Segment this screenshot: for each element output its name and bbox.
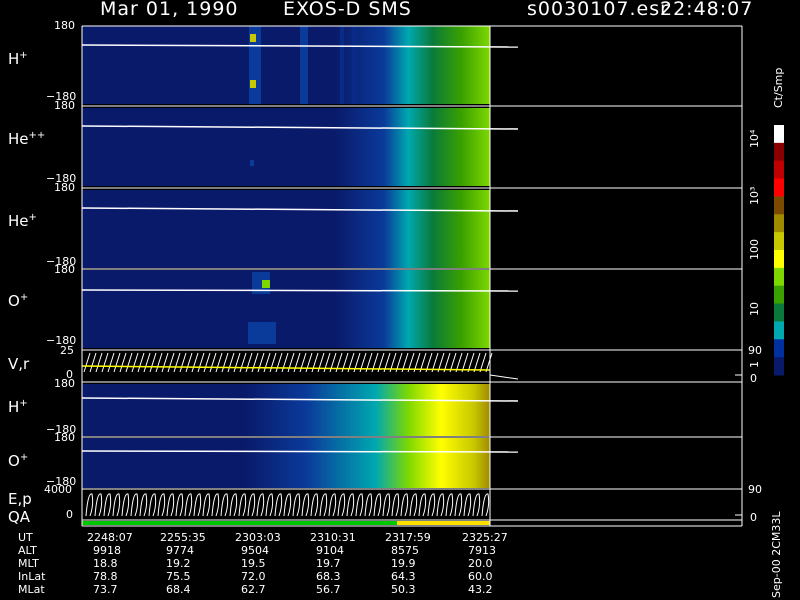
footer-cell: 9104 — [316, 544, 344, 557]
colorbar-tick-1: 1 — [748, 361, 761, 368]
footer-cell: 2255:35 — [160, 531, 206, 544]
ytick-ep-max: 4000 — [44, 483, 72, 496]
rtick-vr-max: 90 — [748, 344, 762, 357]
colorbar-swatch — [774, 321, 784, 340]
label-he-pp: He++ — [8, 130, 46, 148]
colorbar-swatch — [774, 357, 784, 376]
footer-cell: 2310:31 — [310, 531, 356, 544]
footer-cell: 19.5 — [241, 557, 266, 570]
colorbar-swatch — [774, 178, 784, 197]
footer-cell: 18.8 — [93, 557, 118, 570]
footer-cell: 2325:27 — [462, 531, 508, 544]
label-o-plus-2: O+ — [8, 452, 29, 470]
footer-cell: 78.8 — [93, 570, 118, 583]
panel-vr — [81, 352, 519, 380]
panel-h-plus — [81, 26, 519, 104]
colorbar-swatch — [774, 214, 784, 233]
panel-he-pp — [81, 108, 519, 186]
rtick-ep-max: 90 — [748, 483, 762, 496]
colorbar-swatch — [774, 303, 784, 322]
panel-ep — [82, 490, 490, 518]
footer-cell: 8575 — [391, 544, 419, 557]
spectrogram-figure — [81, 25, 784, 527]
panel-h-plus-2 — [81, 384, 519, 436]
label-qa: QA — [8, 508, 31, 526]
header-date: Mar 01, 1990 — [100, 0, 239, 20]
colorbar-unit: Ct/Smp — [772, 67, 785, 108]
colorbar-swatch — [774, 285, 784, 305]
colorbar-swatch — [774, 160, 784, 180]
colorbar — [774, 125, 784, 376]
label-ep: E,p — [8, 490, 32, 508]
footer-row-label: MLT — [18, 557, 39, 570]
footer-cell: 19.7 — [316, 557, 341, 570]
footer-cell: 7913 — [468, 544, 496, 557]
footer-cell: 68.3 — [316, 570, 341, 583]
ytick-o-max: 180 — [54, 263, 75, 276]
colorbar-swatch — [774, 142, 784, 162]
footer-cell: 43.2 — [468, 583, 493, 596]
footer-cell: 64.3 — [391, 570, 416, 583]
rtick-ep-min: 0 — [750, 511, 757, 524]
colorbar-tick-10e3: 10³ — [748, 186, 761, 205]
footer-cell: 9918 — [93, 544, 121, 557]
rtick-vr-min: 0 — [750, 372, 757, 385]
panel-qa — [82, 521, 490, 525]
panel-o-plus-2 — [81, 438, 519, 488]
footer-row-label: MLat — [18, 583, 45, 596]
footer-cell: 19.9 — [391, 557, 416, 570]
ytick-vr-max: 25 — [60, 344, 74, 357]
footer-cell: 9504 — [241, 544, 269, 557]
footer-cell: 20.0 — [468, 557, 493, 570]
footer-cell: 62.7 — [241, 583, 266, 596]
footer-cell: 9774 — [166, 544, 194, 557]
label-h-plus-2: H+ — [8, 398, 28, 416]
version-label: Sep-00 2CM33L — [770, 511, 783, 599]
ytick-h-max: 180 — [54, 19, 75, 32]
footer-cell: 60.0 — [468, 570, 493, 583]
colorbar-swatch — [774, 339, 784, 358]
colorbar-tick-10e4: 10⁴ — [748, 129, 761, 148]
ytick-hepp-max: 180 — [54, 99, 75, 112]
footer-cell: 68.4 — [166, 583, 191, 596]
footer-cell: 2303:03 — [235, 531, 281, 544]
colorbar-swatch — [774, 232, 784, 251]
header-instrument: EXOS-D SMS — [283, 0, 412, 20]
header-time: 22:48:07 — [660, 0, 754, 20]
footer-row-label: ALT — [18, 544, 37, 557]
colorbar-tick-100: 100 — [748, 239, 761, 260]
footer-cell: 19.2 — [166, 557, 191, 570]
footer-cell: 50.3 — [391, 583, 416, 596]
colorbar-tick-10: 10 — [748, 302, 761, 316]
colorbar-swatch — [774, 196, 784, 215]
header-file: s0030107.esr — [527, 0, 669, 20]
label-he-plus: He+ — [8, 212, 37, 230]
ytick-ep-min: 0 — [66, 508, 73, 521]
label-vr: V,r — [8, 355, 30, 373]
footer-cell: 56.7 — [316, 583, 341, 596]
footer-cell: 75.5 — [166, 570, 191, 583]
ytick-o2-max: 180 — [54, 431, 75, 444]
ytick-h2-max: 180 — [54, 377, 75, 390]
panel-o-plus — [81, 270, 519, 348]
colorbar-swatch — [774, 267, 784, 287]
footer-row-label: InLat — [18, 570, 46, 583]
footer-cell: 2317:59 — [385, 531, 431, 544]
footer-cell: 73.7 — [93, 583, 118, 596]
label-o-plus: O+ — [8, 292, 29, 310]
ytick-hep-max: 180 — [54, 181, 75, 194]
panel-he-plus — [81, 190, 519, 268]
footer-cell: 72.0 — [241, 570, 266, 583]
footer-row-label: UT — [18, 531, 33, 544]
colorbar-swatch — [774, 250, 784, 269]
label-h-plus: H+ — [8, 50, 28, 68]
colorbar-swatch — [774, 125, 784, 144]
footer-cell: 2248:07 — [87, 531, 133, 544]
